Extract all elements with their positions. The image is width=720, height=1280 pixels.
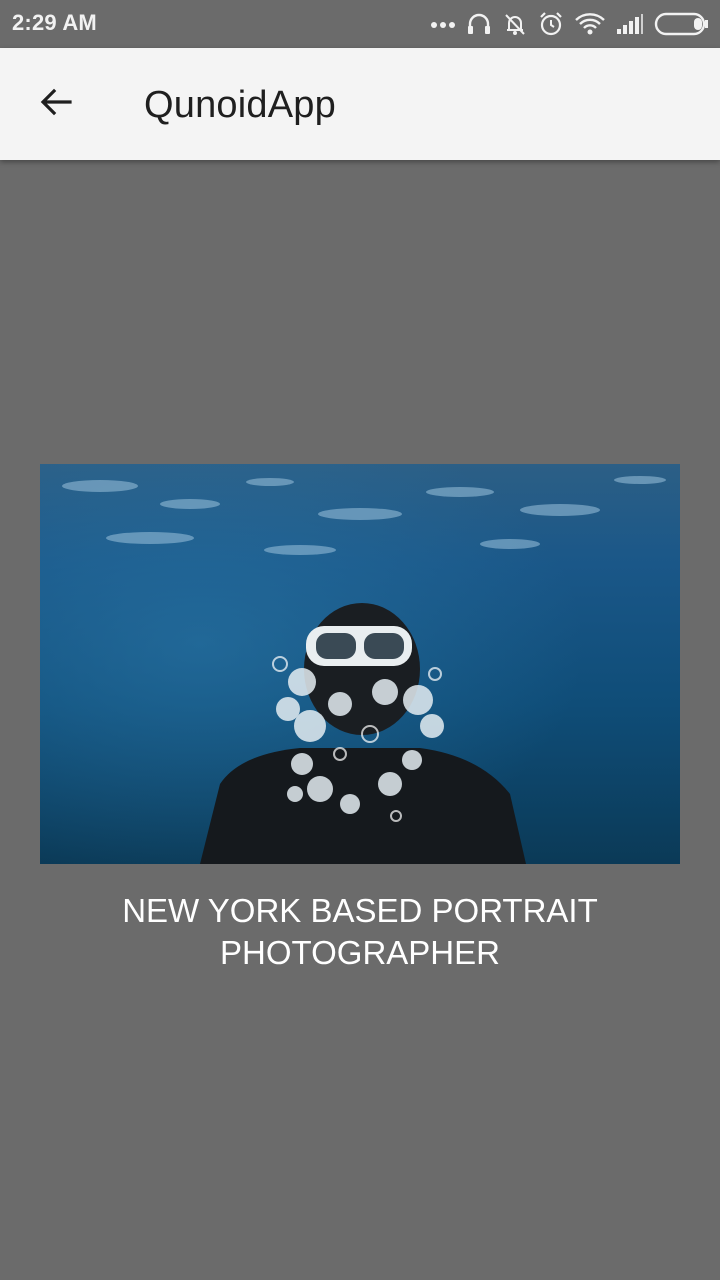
signal-icon — [616, 13, 644, 35]
wifi-icon — [574, 11, 606, 37]
diver-photo — [40, 464, 680, 864]
photo-caption: NEW YORK BASED PORTRAIT PHOTOGRAPHER — [122, 892, 598, 971]
status-icons — [430, 8, 710, 40]
app-bar: QunoidApp — [0, 48, 720, 160]
back-button[interactable] — [24, 72, 88, 136]
alarm-icon — [538, 11, 564, 37]
status-time: 2:29 AM — [12, 10, 97, 35]
page-title: QunoidApp — [144, 84, 336, 126]
more-icon — [430, 19, 456, 29]
status-bar: 2:29 AM — [0, 0, 720, 48]
arrow-left-icon — [38, 84, 74, 125]
battery-icon — [654, 12, 710, 36]
headset-icon — [466, 11, 492, 37]
notifications-off-icon — [502, 11, 528, 37]
